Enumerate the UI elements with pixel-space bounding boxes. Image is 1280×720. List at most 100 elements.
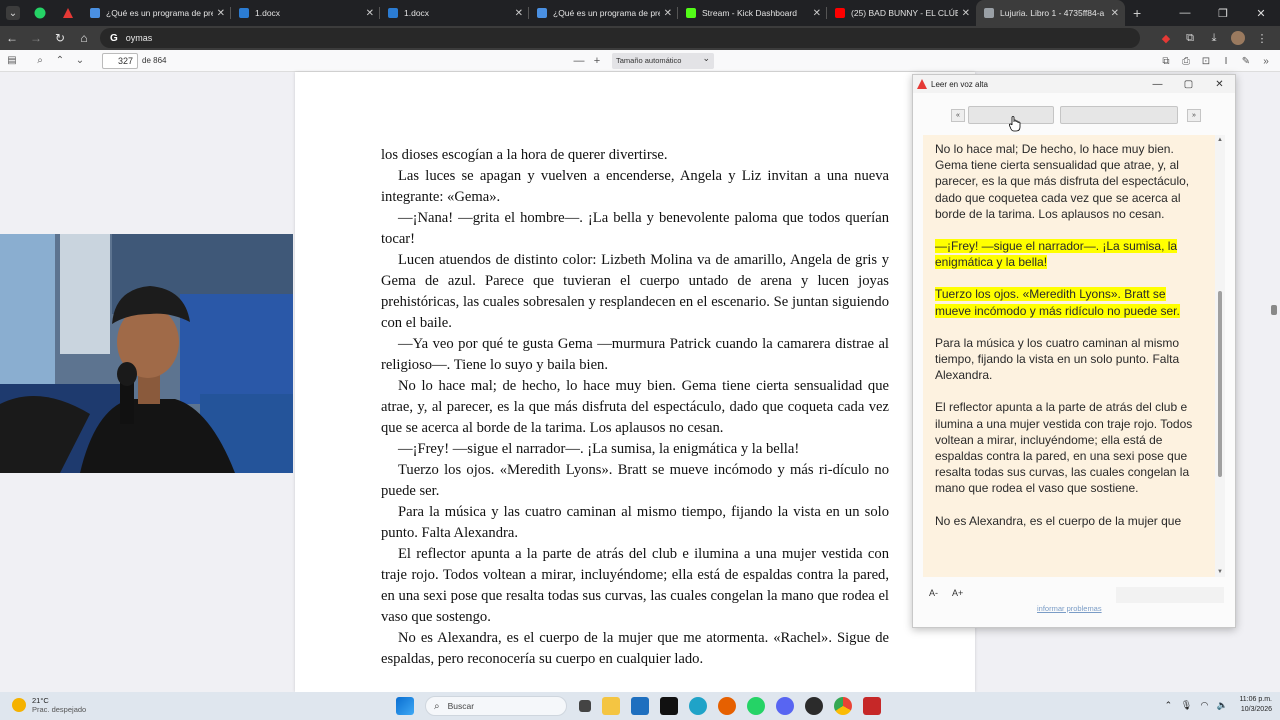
- start-icon[interactable]: [396, 697, 414, 715]
- voice-field[interactable]: [1116, 587, 1224, 603]
- avatar[interactable]: [1231, 31, 1245, 45]
- system-tray: ⌃ 🎙 ◠ 🔈 11:06 p.m. 10/3/2026: [1161, 695, 1272, 715]
- page-scrollbar[interactable]: [1271, 305, 1277, 315]
- tab-close-icon[interactable]: ✕: [217, 8, 225, 19]
- more-tools-icon[interactable]: »: [1256, 56, 1276, 67]
- chevron-up-icon[interactable]: ⌃: [1161, 700, 1175, 711]
- paragraph-text: —¡Frey! —sigue el narrador—. ¡La sumisa,…: [935, 239, 1178, 270]
- read-aloud-scrollbar[interactable]: ▲ ▼: [1215, 135, 1225, 577]
- save-icon[interactable]: ⊡: [1196, 56, 1216, 67]
- browser-tab[interactable]: 1.docx ✕: [380, 0, 529, 26]
- report-problems-link[interactable]: informar problemas: [1037, 604, 1102, 613]
- volume-icon[interactable]: 🔈: [1215, 700, 1229, 711]
- maximize-icon[interactable]: ❐: [1204, 0, 1242, 26]
- capcut-icon[interactable]: [660, 697, 678, 715]
- weather-description: Prac. despejado: [32, 705, 87, 714]
- minimize-icon[interactable]: —: [1166, 0, 1204, 26]
- tab-favicon-icon: [239, 8, 249, 18]
- store-icon[interactable]: [631, 697, 649, 715]
- page-paragraph: El reflector apunta a la parte de atrás …: [381, 546, 889, 625]
- puzzle-icon[interactable]: ⧉: [1178, 32, 1202, 45]
- hand-cursor-icon: [1009, 116, 1021, 132]
- whatsapp-icon[interactable]: [747, 697, 765, 715]
- extension-icon[interactable]: ◆: [1154, 32, 1178, 45]
- text-tool-icon[interactable]: I: [1216, 56, 1236, 67]
- tab-close-icon[interactable]: ✕: [366, 8, 374, 19]
- microphone-icon[interactable]: 🎙: [1179, 700, 1193, 711]
- tab-close-icon[interactable]: ✕: [962, 8, 970, 19]
- clock[interactable]: 11:06 p.m. 10/3/2026: [1239, 695, 1272, 715]
- taskbar-search[interactable]: ⌕ Buscar: [425, 696, 567, 716]
- chrome-icon[interactable]: [834, 697, 852, 715]
- address-text: oymas: [125, 33, 153, 43]
- pdf-page: los dioses escogían a la hora de querer …: [295, 72, 975, 692]
- browser-tab[interactable]: Stream - Kick Dashboard ✕: [678, 0, 827, 26]
- zoom-in-icon[interactable]: +: [588, 55, 606, 67]
- discord-icon[interactable]: [776, 697, 794, 715]
- close-icon[interactable]: ✕: [1242, 0, 1280, 26]
- page-number-input[interactable]: 327: [102, 52, 138, 69]
- prev-page-icon[interactable]: ⌃: [50, 55, 70, 66]
- download-icon[interactable]: ⤓: [1202, 32, 1226, 45]
- font-size-controls: A- A+: [929, 588, 977, 598]
- browser-tab[interactable]: ¿Qué es un programa de pre ✕: [82, 0, 231, 26]
- read-paragraph: No lo hace mal; De hecho, lo hace muy bi…: [935, 141, 1203, 222]
- time: 11:06 p.m.: [1239, 696, 1272, 703]
- open-external-icon[interactable]: ⧉: [1156, 56, 1176, 67]
- tab-close-icon[interactable]: ✕: [1111, 8, 1119, 19]
- tab-strip: ⌄ ¿Qué es un programa de pre ✕ 1.docx ✕ 1.do…: [0, 0, 1280, 26]
- pinned-tab-whatsapp[interactable]: [26, 0, 54, 26]
- search-icon: ⌕: [434, 700, 440, 712]
- tab-search-button[interactable]: ⌄: [0, 0, 26, 26]
- address-bar[interactable]: G oymas: [100, 28, 1140, 48]
- forward-icon[interactable]: →: [24, 26, 48, 50]
- game-icon[interactable]: [805, 697, 823, 715]
- font-decrease-button[interactable]: A-: [929, 588, 938, 598]
- whatsapp-icon: [34, 7, 46, 19]
- search-placeholder: Buscar: [447, 701, 475, 711]
- search-icon[interactable]: ⌕: [30, 55, 50, 66]
- font-increase-button[interactable]: A+: [952, 588, 963, 598]
- page-paragraph: Lucen atuendos de distinto color: Lizbet…: [381, 252, 889, 331]
- close-icon[interactable]: ✕: [1204, 75, 1235, 93]
- next-page-icon[interactable]: ⌄: [70, 55, 90, 66]
- browser-tab[interactable]: ¿Qué es un programa de pre ✕: [529, 0, 678, 26]
- task-view-icon[interactable]: [579, 700, 591, 712]
- draw-icon[interactable]: ✎: [1236, 56, 1256, 67]
- print-icon[interactable]: ⎙: [1176, 56, 1196, 67]
- tab-close-icon[interactable]: ✕: [664, 8, 672, 19]
- tab-close-icon[interactable]: ✕: [515, 8, 523, 19]
- browser-tab[interactable]: Lujuria. Libro 1 - 4735ff84-a ✕: [976, 0, 1125, 26]
- browser-toolbar: ← → ↻ ⌂ G oymas ◆ ⧉ ⤓ ⋮: [0, 26, 1280, 50]
- read-aloud-text[interactable]: No lo hace mal; De hecho, lo hace muy bi…: [923, 135, 1215, 577]
- menu-icon[interactable]: ⋮: [1250, 32, 1274, 45]
- firefox-icon[interactable]: [718, 697, 736, 715]
- file-explorer-icon[interactable]: [602, 697, 620, 715]
- pinned-tab-app[interactable]: [54, 0, 82, 26]
- new-tab-button[interactable]: +: [1133, 5, 1141, 21]
- browser-tab[interactable]: 1.docx ✕: [231, 0, 380, 26]
- reload-icon[interactable]: ↻: [48, 26, 72, 50]
- next-button[interactable]: »: [1187, 108, 1201, 122]
- maximize-icon[interactable]: ▢: [1173, 75, 1204, 93]
- browser-tab[interactable]: (25) BAD BUNNY - EL CLÚB ✕: [827, 0, 976, 26]
- highlighted-paragraph: Tuerzo los ojos. «Meredith Lyons». Bratt…: [935, 286, 1203, 318]
- wifi-icon[interactable]: ◠: [1197, 700, 1211, 711]
- home-icon[interactable]: ⌂: [72, 26, 96, 50]
- edge-icon[interactable]: [689, 697, 707, 715]
- previous-button[interactable]: «: [951, 108, 965, 122]
- page-paragraph: los dioses escogían a la hora de querer …: [381, 147, 668, 163]
- weather-widget[interactable]: 21°C Prac. despejado: [12, 696, 86, 714]
- stop-button[interactable]: [1060, 106, 1178, 124]
- minimize-icon[interactable]: —: [1142, 75, 1173, 93]
- chevron-down-icon: ⌄: [6, 6, 20, 20]
- date: 10/3/2026: [1240, 706, 1272, 713]
- zoom-out-icon[interactable]: —: [570, 55, 588, 67]
- zoom-select[interactable]: Tamaño automático: [612, 53, 714, 69]
- tab-close-icon[interactable]: ✕: [813, 8, 821, 19]
- active-app-icon[interactable]: [863, 697, 881, 715]
- sidebar-toggle-icon[interactable]: ▤: [2, 55, 22, 66]
- tab-label: Lujuria. Libro 1 - 4735ff84-a: [1000, 8, 1105, 18]
- back-icon[interactable]: ←: [0, 26, 24, 50]
- tab-favicon-icon: [984, 8, 994, 18]
